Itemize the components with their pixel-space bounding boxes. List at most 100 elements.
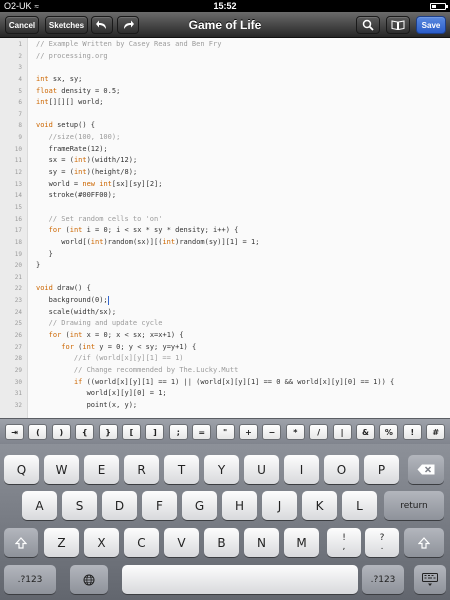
code-line[interactable]: 4 int sx, sy; — [0, 74, 450, 86]
symbol-key[interactable]: ) — [51, 424, 71, 440]
search-button[interactable] — [356, 16, 380, 34]
globe-key[interactable] — [70, 565, 108, 594]
symbol-key[interactable]: ⇥ — [5, 424, 24, 440]
code-line[interactable]: 23 background(0); — [0, 295, 450, 307]
key-a[interactable]: A — [22, 491, 57, 520]
save-button[interactable]: Save — [416, 16, 446, 34]
line-number: 26 — [14, 332, 22, 340]
key-t[interactable]: T — [164, 455, 199, 484]
symbol-key[interactable]: } — [98, 424, 118, 440]
symbol-key[interactable]: − — [262, 424, 282, 440]
key-w[interactable]: W — [44, 455, 79, 484]
symbol-key[interactable]: " — [215, 424, 235, 440]
code-line[interactable]: 3 — [0, 62, 450, 74]
reference-button[interactable] — [386, 16, 410, 34]
redo-button[interactable] — [117, 16, 139, 34]
symbol-key[interactable]: % — [379, 424, 399, 440]
symbol-key[interactable]: & — [356, 424, 375, 440]
key-k[interactable]: K — [302, 491, 337, 520]
symbol-key[interactable]: ! — [402, 424, 422, 440]
code-line[interactable]: 8 void setup() { — [0, 120, 450, 132]
code-line[interactable]: 10 frameRate(12); — [0, 144, 450, 156]
code-line[interactable]: 11 sx = (int)(width/12); — [0, 155, 450, 167]
symbol-key[interactable]: ] — [145, 424, 165, 440]
code-text: world[x][y][0] = 1; — [36, 389, 167, 398]
numbers-key-left[interactable]: .?123 — [4, 565, 56, 594]
code-line[interactable]: 18 world[(int)random(sx)][(int)random(sy… — [0, 237, 450, 249]
symbol-key[interactable]: { — [75, 424, 95, 440]
key-o[interactable]: O — [324, 455, 359, 484]
symbol-key[interactable]: = — [192, 424, 212, 440]
key-j[interactable]: J — [262, 491, 297, 520]
key-d[interactable]: D — [102, 491, 137, 520]
line-number: 32 — [14, 401, 22, 409]
hide-keyboard-key[interactable] — [414, 565, 446, 594]
symbol-key[interactable]: # — [426, 424, 446, 440]
code-line[interactable]: 19 } — [0, 249, 450, 261]
key-c[interactable]: C — [124, 528, 159, 557]
code-line[interactable]: 25 // Drawing and update cycle — [0, 318, 450, 330]
key-h[interactable]: H — [222, 491, 257, 520]
code-line[interactable]: 15 — [0, 202, 450, 214]
key-m[interactable]: M — [284, 528, 319, 557]
code-line[interactable]: 28 //if (world[x][y][1] == 1) — [0, 353, 450, 365]
key-z[interactable]: Z — [44, 528, 79, 557]
key-x[interactable]: X — [84, 528, 119, 557]
symbol-key[interactable]: ; — [168, 424, 188, 440]
code-line[interactable]: 16 // Set random cells to 'on' — [0, 214, 450, 226]
code-line[interactable]: 1 // Example Written by Casey Reas and Be… — [0, 39, 450, 51]
code-line[interactable]: 30 if ((world[x][y][1] == 1) || (world[x… — [0, 377, 450, 389]
question-period-key[interactable]: ?. — [365, 528, 399, 557]
space-bar[interactable] — [122, 565, 358, 594]
key-v[interactable]: V — [164, 528, 199, 557]
key-l[interactable]: L — [342, 491, 377, 520]
symbol-key[interactable]: ( — [28, 424, 48, 440]
key-b[interactable]: B — [204, 528, 239, 557]
key-s[interactable]: S — [62, 491, 97, 520]
key-p[interactable]: P — [364, 455, 399, 484]
code-line[interactable]: 20} — [0, 260, 450, 272]
code-line[interactable]: 7 — [0, 109, 450, 121]
symbol-key[interactable]: | — [332, 424, 352, 440]
code-line[interactable]: 24 scale(width/sx); — [0, 307, 450, 319]
code-line[interactable]: 27 for (int y = 0; y < sy; y=y+1) { — [0, 342, 450, 354]
code-line[interactable]: 5 float density = 0.5; — [0, 86, 450, 98]
code-line[interactable]: 22 void draw() { — [0, 283, 450, 295]
symbol-key[interactable]: / — [309, 424, 329, 440]
key-u[interactable]: U — [244, 455, 279, 484]
code-line[interactable]: 14 stroke(#00FF00); — [0, 190, 450, 202]
code-line[interactable]: 32 point(x, y); — [0, 400, 450, 412]
symbol-key[interactable]: [ — [122, 424, 141, 440]
key-f[interactable]: F — [142, 491, 177, 520]
key-i[interactable]: I — [284, 455, 319, 484]
shift-key-left[interactable] — [4, 528, 38, 557]
numbers-key-right[interactable]: .?123 — [362, 565, 404, 594]
code-line[interactable]: 26 for (int x = 0; x < sx; x=x+1) { — [0, 330, 450, 342]
key-y[interactable]: Y — [204, 455, 239, 484]
symbol-key[interactable]: + — [239, 424, 258, 440]
key-n[interactable]: N — [244, 528, 279, 557]
code-editor[interactable]: 1 // Example Written by Casey Reas and Be… — [0, 38, 450, 418]
key-q[interactable]: Q — [4, 455, 39, 484]
code-line[interactable]: 9 //size(100, 100); — [0, 132, 450, 144]
carrier-label: O2-UK — [4, 1, 32, 11]
code-line[interactable]: 17 for (int i = 0; i < sx * sy * density… — [0, 225, 450, 237]
symbol-key[interactable]: * — [285, 424, 305, 440]
code-line[interactable]: 2 // processing.org — [0, 51, 450, 63]
backspace-key[interactable] — [408, 455, 444, 484]
key-e[interactable]: E — [84, 455, 119, 484]
code-line[interactable]: 21 — [0, 272, 450, 284]
code-line[interactable]: 6 int[][][] world; — [0, 97, 450, 109]
shift-key-right[interactable] — [404, 528, 444, 557]
cancel-button[interactable]: Cancel — [5, 16, 39, 34]
return-key[interactable]: return — [384, 491, 444, 520]
code-line[interactable]: 12 sy = (int)(height/8); — [0, 167, 450, 179]
code-line[interactable]: 29 // Change recommended by The.Lucky.Mu… — [0, 365, 450, 377]
code-line[interactable]: 31 world[x][y][0] = 1; — [0, 388, 450, 400]
code-line[interactable]: 13 world = new int[sx][sy][2]; — [0, 179, 450, 191]
key-r[interactable]: R — [124, 455, 159, 484]
sketches-button[interactable]: Sketches — [45, 16, 88, 34]
key-g[interactable]: G — [182, 491, 217, 520]
undo-button[interactable] — [91, 16, 113, 34]
exclamation-comma-key[interactable]: !, — [327, 528, 361, 557]
